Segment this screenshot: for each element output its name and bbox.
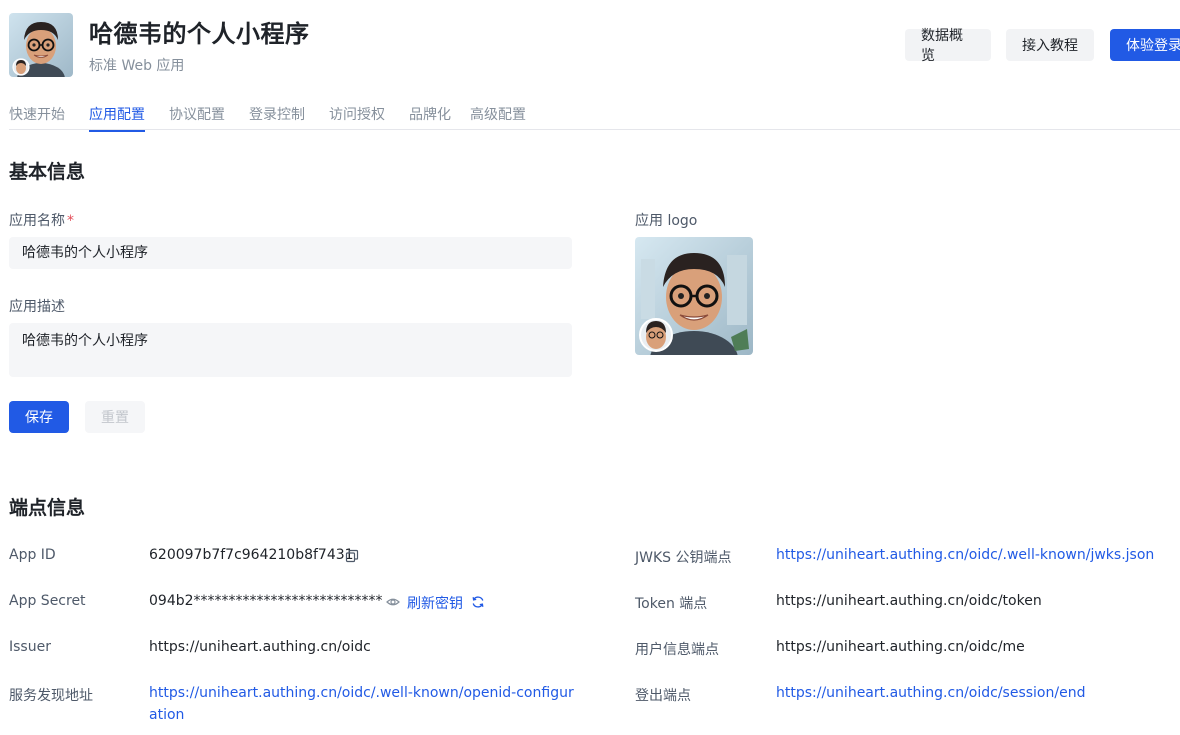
- app-name-input[interactable]: 哈德韦的个人小程序: [9, 237, 572, 269]
- discovery-url-link[interactable]: https://uniheart.authing.cn/oidc/.well-k…: [149, 682, 574, 726]
- app-description-label: 应用描述: [9, 299, 65, 315]
- save-button[interactable]: 保存: [9, 401, 69, 433]
- app-id-label: App ID: [9, 547, 56, 563]
- app-logo-upload[interactable]: [635, 237, 753, 355]
- app-title: 哈德韦的个人小程序: [89, 20, 310, 48]
- tab-app-config[interactable]: 应用配置: [89, 104, 145, 132]
- app-secret-label: App Secret: [9, 593, 86, 609]
- endpoints-title: 端点信息: [9, 497, 86, 519]
- issuer-value: https://uniheart.authing.cn/oidc: [149, 639, 371, 655]
- eye-icon[interactable]: [385, 594, 401, 610]
- reset-button: 重置: [85, 401, 145, 433]
- tab-branding[interactable]: 品牌化: [409, 104, 451, 130]
- tab-protocol-config[interactable]: 协议配置: [169, 104, 225, 130]
- basic-info-title: 基本信息: [9, 161, 86, 183]
- tab-access-authorization[interactable]: 访问授权: [329, 104, 385, 130]
- userinfo-endpoint-value: https://uniheart.authing.cn/oidc/me: [776, 639, 1025, 655]
- tab-divider: [9, 129, 1180, 130]
- token-endpoint-value: https://uniheart.authing.cn/oidc/token: [776, 593, 1042, 609]
- tab-advanced-config[interactable]: 高级配置: [470, 104, 526, 130]
- tab-login-control[interactable]: 登录控制: [249, 104, 305, 130]
- jwks-endpoint-link[interactable]: https://uniheart.authing.cn/oidc/.well-k…: [776, 547, 1154, 563]
- app-avatar: [9, 13, 73, 77]
- refresh-icon[interactable]: [470, 594, 486, 610]
- app-id-value: 620097b7f7c964210b8f7431: [149, 547, 354, 563]
- tab-bar: 快速开始 应用配置 协议配置 登录控制 访问授权 品牌化 高级配置: [9, 104, 550, 132]
- tutorial-button[interactable]: 接入教程: [1006, 29, 1094, 61]
- data-overview-button[interactable]: 数据概览: [905, 28, 991, 64]
- tab-quick-start[interactable]: 快速开始: [9, 104, 65, 130]
- app-type-subtitle: 标准 Web 应用: [89, 58, 185, 74]
- required-mark: *: [67, 213, 74, 229]
- try-login-button[interactable]: 体验登录: [1110, 29, 1180, 61]
- token-endpoint-label: Token 端点: [635, 596, 708, 612]
- app-config-page: 哈德韦的个人小程序 标准 Web 应用 数据概览 接入教程 体验登录 快速开始 …: [0, 0, 1180, 735]
- app-name-label-text: 应用名称: [9, 213, 65, 229]
- app-secret-value: 094b2***************************: [149, 593, 383, 609]
- userinfo-endpoint-label: 用户信息端点: [635, 642, 719, 658]
- issuer-label: Issuer: [9, 639, 51, 655]
- refresh-secret-link[interactable]: 刷新密钥: [407, 593, 463, 613]
- app-logo-label: 应用 logo: [635, 213, 698, 229]
- logout-endpoint-link[interactable]: https://uniheart.authing.cn/oidc/session…: [776, 685, 1085, 701]
- app-name-label: 应用名称 *: [9, 210, 74, 230]
- discovery-url-label: 服务发现地址: [9, 688, 93, 704]
- logout-endpoint-label: 登出端点: [635, 688, 691, 704]
- jwks-endpoint-label: JWKS 公钥端点: [635, 550, 732, 566]
- copy-icon[interactable]: [344, 548, 360, 564]
- app-description-textarea[interactable]: 哈德韦的个人小程序: [9, 323, 572, 377]
